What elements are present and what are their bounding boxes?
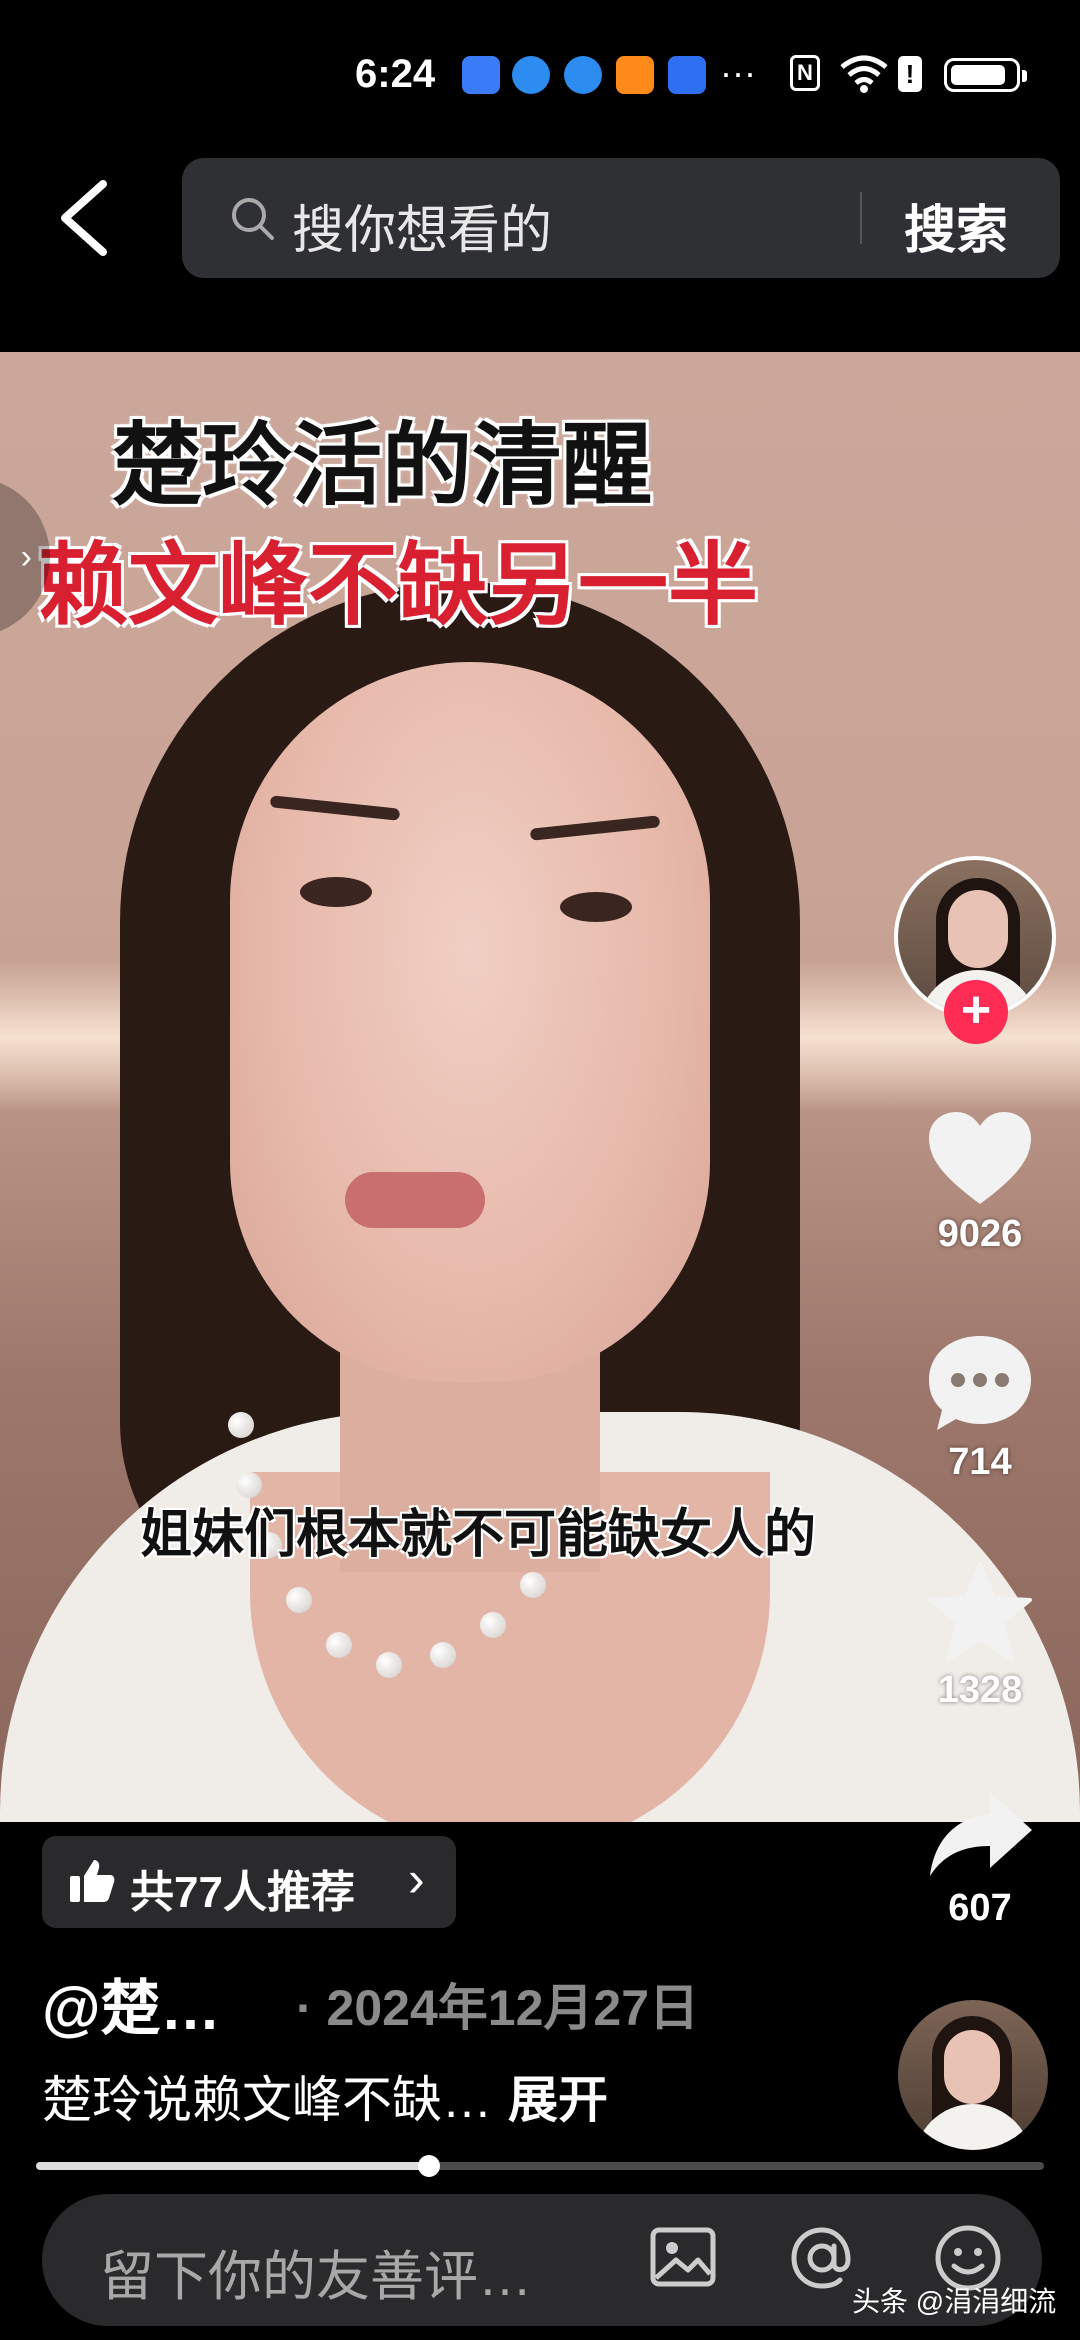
description-text: 楚玲说赖文峰不缺… (42, 2072, 492, 2128)
video-caption-title: 楚玲活的清醒 (112, 416, 652, 516)
comment-icon (929, 1336, 1031, 1430)
like-count: 9026 (937, 1213, 1023, 1255)
avatar-face (948, 890, 1008, 968)
video-description: 楚玲说赖文峰不缺… 展开 (42, 2060, 608, 2132)
star-icon (928, 1562, 1032, 1661)
necklace-pearl (286, 1587, 312, 1613)
video-caption-red: 赖文峰不缺另一半 (38, 536, 758, 636)
search-divider (860, 192, 862, 244)
browser-notification-icon (512, 56, 550, 94)
recommend-chip[interactable]: 共77人推荐 › (42, 1836, 456, 1928)
wifi-icon (840, 55, 888, 93)
author-name[interactable]: @楚… (42, 1960, 221, 2047)
necklace-pearl (480, 1612, 506, 1638)
clock: 6:24 (355, 52, 436, 96)
search-button[interactable]: 搜索 (904, 188, 1008, 263)
post-date: · 2024年12月27日 (296, 1980, 700, 2036)
progress-handle[interactable] (418, 2155, 441, 2177)
share-icon (930, 1792, 1032, 1876)
search-icon (232, 198, 274, 240)
video-app-notification-icon (616, 56, 654, 94)
progress-fill (36, 2162, 430, 2170)
necklace-pearl (228, 1412, 254, 1438)
at-icon[interactable] (786, 2222, 858, 2294)
nfc-icon: N (790, 55, 820, 91)
search-input[interactable]: 搜你想看的 (292, 188, 552, 263)
comment-count: 714 (948, 1441, 1012, 1483)
thumbs-up-icon (70, 1860, 115, 1902)
left-eye (300, 877, 372, 907)
chevron-right-icon: › (408, 1851, 425, 1907)
image-icon[interactable] (648, 2222, 718, 2292)
related-avatar[interactable] (898, 2000, 1048, 2150)
video-progress-bar[interactable] (36, 2155, 1044, 2177)
follow-button[interactable]: + (944, 980, 1008, 1044)
share-count: 607 (948, 1887, 1012, 1929)
person-face (230, 662, 710, 1382)
battery-icon (944, 58, 1027, 92)
necklace-pearl (326, 1632, 352, 1658)
more-notifications-icon: ··· (720, 52, 756, 93)
favorite-count: 1328 (937, 1669, 1023, 1711)
avatar-face (944, 2030, 1000, 2104)
like-button[interactable]: 9026 (915, 1108, 1045, 1256)
favorite-button[interactable]: 1328 (915, 1560, 1045, 1712)
heart-icon (929, 1112, 1031, 1204)
necklace-pearl (520, 1572, 546, 1598)
share-button[interactable]: 607 (915, 1786, 1045, 1930)
alert-icon: ! (898, 56, 922, 92)
necklace-pearl (376, 1652, 402, 1678)
video-subtitle: 姐妹们根本就不可能缺女人的 (140, 1506, 817, 1564)
necklace-pearl (430, 1642, 456, 1668)
browser-notification-icon-2 (564, 56, 602, 94)
bulb-notification-icon (668, 56, 706, 94)
watermark: 头条 @涓涓细流 (852, 2286, 1057, 2317)
search-bar[interactable]: 搜你想看的 搜索 (182, 158, 1060, 278)
comment-input[interactable]: 留下你的友善评… (100, 2232, 532, 2311)
app-notification-icon (462, 56, 500, 94)
expand-link[interactable]: 展开 (508, 2072, 608, 2128)
person-lips (345, 1172, 485, 1228)
right-eye (560, 892, 632, 922)
comment-button[interactable]: 714 (915, 1332, 1045, 1484)
back-icon[interactable] (55, 178, 115, 258)
status-bar: 6:24 ··· N ! (0, 0, 1080, 150)
recommend-label: 共77人推荐 (130, 1868, 355, 1917)
